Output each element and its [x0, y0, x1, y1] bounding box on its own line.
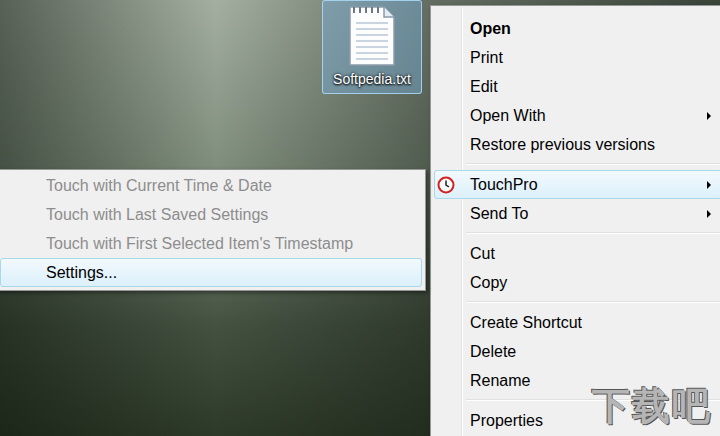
- submenu-arrow-icon: [707, 210, 711, 218]
- menu-separator: [466, 301, 720, 303]
- menu-separator: [466, 232, 720, 234]
- menu-gutter: [461, 8, 463, 436]
- menu-item[interactable]: Open With: [434, 101, 720, 130]
- menu-item[interactable]: Open: [434, 14, 720, 43]
- context-menu: OpenPrintEditOpen WithRestore previous v…: [430, 5, 720, 436]
- submenu-item[interactable]: Touch with Last Saved Settings: [0, 200, 422, 229]
- touchpro-submenu: Touch with Current Time & DateTouch with…: [0, 169, 426, 291]
- menu-item[interactable]: Edit: [434, 72, 720, 101]
- menu-separator: [466, 163, 720, 165]
- submenu-item[interactable]: Touch with Current Time & Date: [0, 171, 422, 200]
- desktop-file[interactable]: Softpedia.txt: [322, 0, 422, 94]
- submenu-item[interactable]: Touch with First Selected Item's Timesta…: [0, 229, 422, 258]
- submenu-arrow-icon: [707, 112, 711, 120]
- submenu-arrow-icon: [707, 181, 711, 189]
- menu-item[interactable]: Print: [434, 43, 720, 72]
- item-icon-slot: [437, 176, 455, 194]
- menu-item[interactable]: Restore previous versions: [434, 130, 720, 159]
- desktop: Softpedia.txt OpenPrintEditOpen WithResto…: [0, 0, 720, 436]
- submenu-item[interactable]: Settings...: [0, 258, 422, 287]
- text-document-icon: [346, 5, 398, 67]
- menu-item[interactable]: Create Shortcut: [434, 308, 720, 337]
- menu-item[interactable]: Copy: [434, 268, 720, 297]
- menu-item[interactable]: Delete: [434, 337, 720, 366]
- menu-item[interactable]: TouchPro: [434, 170, 720, 199]
- menu-item[interactable]: Send To: [434, 199, 720, 228]
- watermark: 下载吧: [592, 381, 712, 432]
- file-label: Softpedia.txt: [333, 71, 411, 87]
- touchpro-clock-icon: [437, 176, 455, 194]
- menu-item[interactable]: Cut: [434, 239, 720, 268]
